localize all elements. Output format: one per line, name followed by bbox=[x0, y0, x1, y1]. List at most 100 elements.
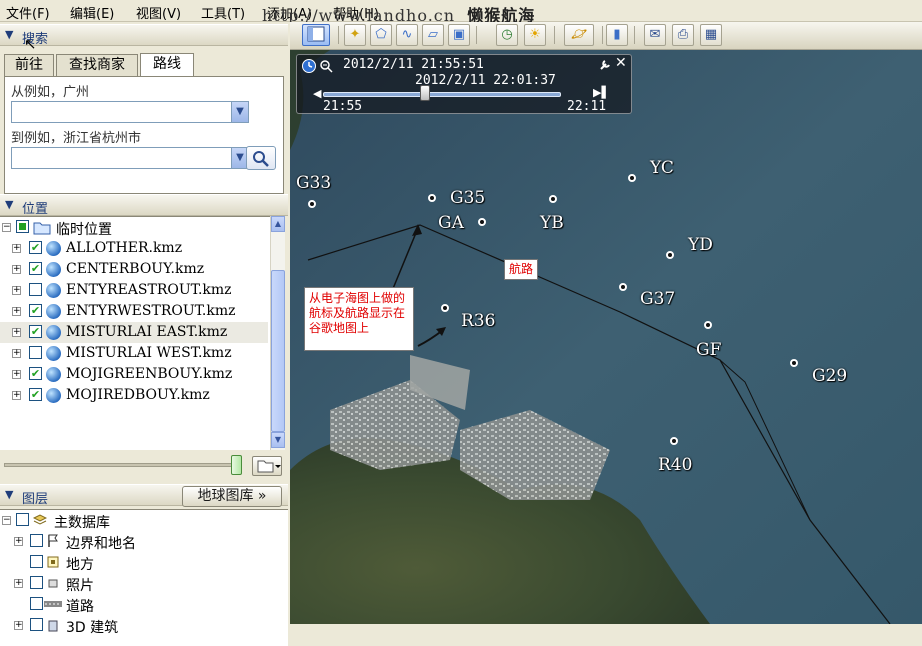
menu-file[interactable]: 文件(F) bbox=[6, 3, 50, 22]
search-header[interactable]: ▼ 搜索 ↖ bbox=[0, 24, 288, 53]
expand-plus-icon[interactable]: + bbox=[14, 537, 23, 546]
expand-plus-icon[interactable]: + bbox=[14, 579, 23, 588]
scroll-up-arrow-icon[interactable]: ▲ bbox=[271, 216, 285, 232]
add-placemark-button[interactable]: ✦ bbox=[344, 24, 366, 46]
menu-view[interactable]: 视图(V) bbox=[136, 3, 181, 22]
buoy-marker[interactable] bbox=[478, 218, 486, 226]
layer-borders[interactable]: + 边界和地名 bbox=[0, 531, 268, 552]
buoy-marker[interactable] bbox=[441, 304, 449, 312]
expand-plus-icon[interactable]: + bbox=[12, 349, 21, 358]
layer-root-checkbox[interactable] bbox=[16, 513, 29, 526]
sidebar-toggle-button[interactable] bbox=[302, 24, 330, 46]
scroll-down-arrow-icon[interactable]: ▼ bbox=[271, 432, 285, 448]
collapse-triangle-icon[interactable]: ▼ bbox=[5, 198, 13, 211]
tree-row-place[interactable]: + ✔ CENTERBOUY.kmz bbox=[0, 259, 268, 280]
place-checkbox[interactable]: ✔ bbox=[29, 325, 42, 338]
wrench-icon[interactable] bbox=[599, 59, 611, 71]
tab-find-business[interactable]: 查找商家 bbox=[56, 54, 138, 76]
layer-roads[interactable]: 道路 bbox=[0, 594, 268, 615]
add-path-button[interactable]: ∿ bbox=[396, 24, 418, 46]
tree-row-place[interactable]: + ✔ MOJIREDBOUY.kmz bbox=[0, 385, 268, 406]
collapse-minus-icon[interactable]: − bbox=[2, 223, 11, 232]
buoy-marker[interactable] bbox=[619, 283, 627, 291]
expand-plus-icon[interactable]: + bbox=[12, 307, 21, 316]
place-checkbox[interactable]: ✔ bbox=[29, 304, 42, 317]
tree-row-place[interactable]: + ✔ ENTYRWESTROUT.kmz bbox=[0, 301, 268, 322]
save-image-button[interactable]: ▦ bbox=[700, 24, 722, 46]
place-checkbox[interactable] bbox=[29, 283, 42, 296]
folder-options-button[interactable] bbox=[252, 456, 282, 476]
tree-row-place[interactable]: + ✔ ALLOTHER.kmz bbox=[0, 238, 268, 259]
tree-row-place[interactable]: + ENTYREASTROUT.kmz bbox=[0, 280, 268, 301]
time-slider-track[interactable] bbox=[323, 92, 561, 97]
places-header[interactable]: ▼ 位置 bbox=[0, 194, 288, 217]
buoy-marker[interactable] bbox=[670, 437, 678, 445]
close-icon[interactable]: ✕ bbox=[615, 55, 627, 71]
buoy-marker[interactable] bbox=[790, 359, 798, 367]
expand-plus-icon[interactable]: + bbox=[12, 286, 21, 295]
expand-plus-icon[interactable]: + bbox=[12, 265, 21, 274]
from-dropdown-chevron-down-icon[interactable]: ▼ bbox=[231, 102, 248, 122]
tree-row-root[interactable]: − 临时位置 bbox=[0, 217, 268, 238]
step-back-icon[interactable]: ◀ bbox=[313, 87, 321, 100]
clock-icon[interactable] bbox=[301, 58, 317, 74]
layer-3d-checkbox[interactable] bbox=[30, 618, 43, 631]
place-checkbox[interactable]: ✔ bbox=[29, 388, 42, 401]
layer-borders-checkbox[interactable] bbox=[30, 534, 43, 547]
tree-row-place[interactable]: + ✔ MOJIGREENBOUY.kmz bbox=[0, 364, 268, 385]
buoy-marker[interactable] bbox=[308, 200, 316, 208]
tree-row-place[interactable]: + MISTURLAI WEST.kmz bbox=[0, 343, 268, 364]
opacity-slider-thumb[interactable] bbox=[231, 455, 242, 475]
time-slider-thumb[interactable] bbox=[420, 85, 431, 101]
add-polygon-button[interactable]: ⬠ bbox=[370, 24, 392, 46]
menu-edit[interactable]: 编辑(E) bbox=[70, 3, 114, 22]
places-scrollbar[interactable]: ▲ ▼ bbox=[270, 216, 285, 450]
from-input[interactable]: ▼ bbox=[11, 101, 249, 123]
menu-tools[interactable]: 工具(T) bbox=[201, 3, 245, 22]
record-tour-button[interactable]: ▣ bbox=[448, 24, 470, 46]
layer-places[interactable]: 地方 bbox=[0, 552, 268, 573]
ruler-button[interactable]: ▮ bbox=[606, 24, 628, 46]
sunlight-button[interactable]: ☀ bbox=[524, 24, 546, 46]
print-button[interactable]: ⎙ bbox=[672, 24, 694, 46]
switch-planet-button[interactable]: 🪐︎ bbox=[564, 24, 594, 46]
historical-imagery-button[interactable]: ◷ bbox=[496, 24, 518, 46]
buoy-marker[interactable] bbox=[428, 194, 436, 202]
buoy-marker[interactable] bbox=[549, 195, 557, 203]
buoy-marker[interactable] bbox=[628, 174, 636, 182]
layer-root[interactable]: − 主数据库 bbox=[0, 510, 268, 531]
tab-directions[interactable]: 路线 bbox=[140, 53, 194, 77]
place-checkbox[interactable]: ✔ bbox=[29, 241, 42, 254]
zoom-out-icon[interactable] bbox=[319, 59, 333, 73]
expand-plus-icon[interactable]: + bbox=[12, 391, 21, 400]
buoy-marker[interactable] bbox=[704, 321, 712, 329]
place-checkbox[interactable] bbox=[29, 346, 42, 359]
layer-photos-checkbox[interactable] bbox=[30, 576, 43, 589]
earth-gallery-button[interactable]: 地球图库 » bbox=[182, 486, 282, 507]
add-overlay-button[interactable]: ▱ bbox=[422, 24, 444, 46]
map-view[interactable]: ✦ ⬠ ∿ ▱ ▣ ◷ ☀ 🪐︎ ▮ ✉ ⎙ ▦ G33 G35 GA YB Y… bbox=[290, 22, 922, 624]
collapse-triangle-icon[interactable]: ▼ bbox=[5, 28, 13, 41]
collapse-minus-icon[interactable]: − bbox=[2, 516, 11, 525]
expand-plus-icon[interactable]: + bbox=[12, 370, 21, 379]
search-button[interactable] bbox=[246, 146, 276, 170]
expand-plus-icon[interactable]: + bbox=[14, 621, 23, 630]
buoy-marker[interactable] bbox=[666, 251, 674, 259]
place-checkbox[interactable]: ✔ bbox=[29, 367, 42, 380]
expand-plus-icon[interactable]: + bbox=[12, 328, 21, 337]
expand-plus-icon[interactable]: + bbox=[12, 244, 21, 253]
play-icon[interactable]: ▶▌ bbox=[593, 86, 610, 99]
opacity-slider-track[interactable] bbox=[4, 463, 240, 467]
place-checkbox[interactable]: ✔ bbox=[29, 262, 42, 275]
tab-goto[interactable]: 前往 bbox=[4, 54, 54, 76]
layer-3d-buildings[interactable]: + 3D 建筑 bbox=[0, 615, 268, 636]
layer-places-checkbox[interactable] bbox=[30, 555, 43, 568]
root-checkbox[interactable] bbox=[16, 220, 29, 233]
to-input[interactable]: ▼ bbox=[11, 147, 249, 169]
email-button[interactable]: ✉ bbox=[644, 24, 666, 46]
tree-row-place[interactable]: + ✔ MISTURLAI EAST.kmz bbox=[0, 322, 268, 343]
layer-roads-checkbox[interactable] bbox=[30, 597, 43, 610]
layer-photos[interactable]: + 照片 bbox=[0, 573, 268, 594]
collapse-triangle-icon[interactable]: ▼ bbox=[5, 488, 13, 501]
scroll-thumb[interactable] bbox=[271, 270, 285, 432]
